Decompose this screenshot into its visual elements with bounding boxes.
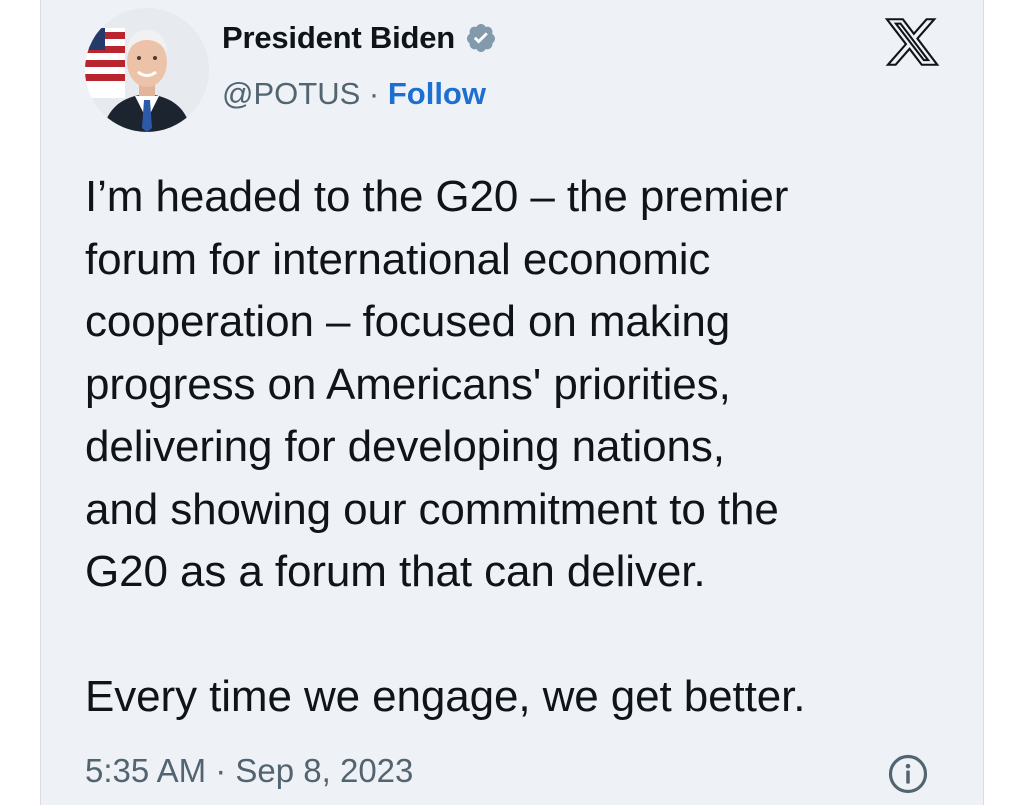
page: President Biden @POTUS · Follow I’m head… xyxy=(0,0,1024,805)
avatar[interactable] xyxy=(85,8,209,132)
x-logo-icon[interactable] xyxy=(884,14,940,70)
tweet-text-paragraph-1: I’m headed to the G20 – the premier foru… xyxy=(85,172,789,596)
author-handle-row: @POTUS · Follow xyxy=(222,76,486,112)
author-display-name[interactable]: President Biden xyxy=(222,20,455,56)
author-name-row: President Biden xyxy=(222,20,497,56)
info-icon[interactable] xyxy=(887,753,929,795)
handle-separator: · xyxy=(360,76,388,111)
flag-graphic xyxy=(85,28,125,98)
verified-badge-icon xyxy=(466,24,495,52)
tweet-card: President Biden @POTUS · Follow I’m head… xyxy=(40,0,984,805)
author-handle[interactable]: @POTUS xyxy=(222,76,360,111)
tweet-text-paragraph-2: Every time we engage, we get better. xyxy=(85,672,806,721)
avatar-photo xyxy=(85,8,209,132)
tweet-timestamp[interactable]: 5:35 AM · Sep 8, 2023 xyxy=(85,752,413,790)
follow-link[interactable]: Follow xyxy=(388,76,486,111)
